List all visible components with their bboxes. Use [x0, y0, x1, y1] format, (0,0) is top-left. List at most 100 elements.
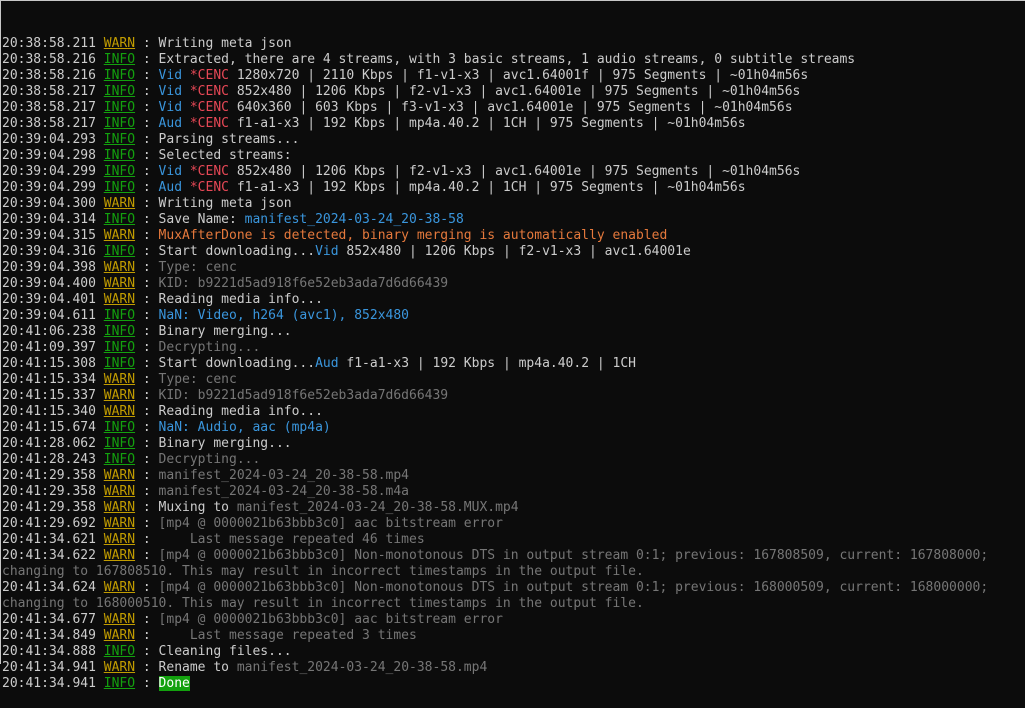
- log-message: Binary merging...: [158, 436, 292, 451]
- log-message: manifest_2024-03-24_20-38-58.m4a: [158, 484, 409, 499]
- log-timestamp: 20:39:04.293: [2, 132, 96, 147]
- log-timestamp: 20:41:15.334: [2, 372, 96, 387]
- log-line: 20:41:34.888 INFO : Cleaning files...: [2, 644, 292, 659]
- log-message: Writing meta json: [158, 196, 292, 211]
- log-line: 20:39:04.400 WARN : KID: b9221d5ad918f6e…: [2, 276, 449, 291]
- log-level: WARN: [103, 532, 136, 547]
- log-message: *CENC: [189, 164, 229, 179]
- log-line: 20:39:04.316 INFO : Start downloading...…: [2, 244, 691, 259]
- log-message: *CENC: [189, 100, 229, 115]
- log-timestamp: 20:41:15.674: [2, 420, 96, 435]
- log-timestamp: 20:41:06.238: [2, 324, 96, 339]
- log-line: 20:41:34.849 WARN : Last message repeate…: [2, 628, 417, 643]
- log-level: INFO: [103, 452, 136, 467]
- log-message: KID: b9221d5ad918f6e52eb3ada7d6d66439: [158, 276, 449, 291]
- log-line: 20:39:04.298 INFO : Selected streams:: [2, 148, 292, 163]
- log-timestamp: 20:39:04.315: [2, 228, 96, 243]
- log-level: INFO: [103, 676, 136, 691]
- log-message: Vid: [158, 84, 190, 99]
- log-message: Vid: [158, 164, 190, 179]
- log-timestamp: 20:39:04.299: [2, 180, 96, 195]
- log-message: [mp4 @ 0000021b63bbb3c0] Non-monotonous …: [158, 548, 989, 563]
- log-level: INFO: [103, 436, 136, 451]
- log-message: f1-a1-x3 | 192 Kbps | mp4a.40.2 | 1CH | …: [229, 180, 746, 195]
- log-message: Type: cenc: [158, 260, 237, 275]
- log-message: 1280x720 | 2110 Kbps | f1-v1-x3 | avc1.6…: [229, 68, 809, 83]
- log-line: 20:41:06.238 INFO : Binary merging...: [2, 324, 292, 339]
- log-message: *CENC: [189, 84, 229, 99]
- log-message: Aud: [158, 116, 190, 131]
- log-level: INFO: [103, 84, 136, 99]
- log-message: Vid: [158, 68, 190, 83]
- log-level: WARN: [103, 468, 136, 483]
- log-level: WARN: [103, 388, 136, 403]
- log-line: 20:41:34.622 WARN : [mp4 @ 0000021b63bbb…: [2, 548, 989, 563]
- log-message: [mp4 @ 0000021b63bbb3c0] aac bitstream e…: [158, 612, 503, 627]
- log-level: WARN: [103, 260, 136, 275]
- log-level: WARN: [103, 404, 136, 419]
- log-message: Aud: [158, 180, 190, 195]
- log-line: 20:41:34.941 WARN : Rename to manifest_2…: [2, 660, 488, 675]
- log-message: manifest_2024-03-24_20-38-58: [244, 212, 464, 227]
- log-timestamp: 20:39:04.298: [2, 148, 96, 163]
- log-line: 20:41:34.624 WARN : [mp4 @ 0000021b63bbb…: [2, 580, 989, 595]
- log-line: 20:39:04.398 WARN : Type: cenc: [2, 260, 237, 275]
- log-message: KID: b9221d5ad918f6e52eb3ada7d6d66439: [158, 388, 449, 403]
- log-line: changing to 167808510. This may result i…: [2, 564, 1025, 580]
- log-line: 20:38:58.211 WARN : Writing meta json: [2, 36, 292, 51]
- log-timestamp: 20:41:28.243: [2, 452, 96, 467]
- log-message: 640x360 | 603 Kbps | f3-v1-x3 | avc1.640…: [229, 100, 793, 115]
- log-message: f1-a1-x3 | 192 Kbps | mp4a.40.2 | 1CH | …: [229, 116, 746, 131]
- log-level: INFO: [103, 100, 136, 115]
- log-message: manifest_2024-03-24_20-38-58.mp4: [236, 660, 488, 675]
- log-timestamp: 20:39:04.299: [2, 164, 96, 179]
- log-message: Rename to: [158, 660, 237, 675]
- log-timestamp: 20:38:58.217: [2, 84, 96, 99]
- log-line: 20:38:58.216 INFO : Extracted, there are…: [2, 52, 856, 67]
- log-line: 20:39:04.293 INFO : Parsing streams...: [2, 132, 300, 147]
- log-message: Parsing streams...: [158, 132, 300, 147]
- log-timestamp: 20:39:04.401: [2, 292, 96, 307]
- log-level: INFO: [103, 644, 136, 659]
- log-timestamp: 20:39:04.316: [2, 244, 96, 259]
- log-line: 20:41:29.358 WARN : manifest_2024-03-24_…: [2, 484, 409, 499]
- log-level: WARN: [103, 372, 136, 387]
- log-message: Start downloading...: [158, 244, 316, 259]
- log-message: manifest_2024-03-24_20-38-58.mp4: [158, 468, 409, 483]
- log-timestamp: 20:38:58.216: [2, 52, 96, 67]
- log-message: *CENC: [189, 116, 229, 131]
- log-message: [mp4 @ 0000021b63bbb3c0] aac bitstream e…: [158, 516, 503, 531]
- log-timestamp: 20:41:34.888: [2, 644, 96, 659]
- log-level: INFO: [103, 420, 136, 435]
- log-line: 20:38:58.216 INFO : Vid *CENC 1280x720 |…: [2, 68, 809, 83]
- terminal-window[interactable]: 20:38:58.211 WARN : Writing meta json 20:…: [0, 0, 1025, 691]
- log-timestamp: 20:39:04.314: [2, 212, 96, 227]
- log-timestamp: 20:41:15.308: [2, 356, 96, 371]
- log-message: *CENC: [189, 180, 229, 195]
- log-line: 20:38:58.217 INFO : Vid *CENC 852x480 | …: [2, 84, 801, 99]
- log-line: 20:41:15.334 WARN : Type: cenc: [2, 372, 237, 387]
- log-line: 20:41:34.621 WARN : Last message repeate…: [2, 532, 425, 547]
- log-timestamp: 20:41:34.622: [2, 548, 96, 563]
- log-line: 20:39:04.299 INFO : Aud *CENC f1-a1-x3 |…: [2, 180, 746, 195]
- log-line: 20:41:15.340 WARN : Reading media info..…: [2, 404, 323, 419]
- log-message: Decrypting...: [158, 340, 261, 355]
- log-message: Save Name:: [158, 212, 245, 227]
- log-message: Cleaning files...: [158, 644, 292, 659]
- log-level: WARN: [103, 196, 136, 211]
- log-level: INFO: [103, 52, 136, 67]
- log-message: Vid: [315, 244, 339, 259]
- log-line: 20:41:15.674 INFO : NaN: Audio, aac (mp4…: [2, 420, 331, 435]
- log-timestamp: 20:41:29.358: [2, 484, 96, 499]
- log-level: INFO: [103, 164, 136, 179]
- log-timestamp: 20:38:58.216: [2, 68, 96, 83]
- log-line: 20:41:28.243 INFO : Decrypting...: [2, 452, 261, 467]
- log-message: Aud: [315, 356, 339, 371]
- log-continuation: changing to 167808510. This may result i…: [2, 564, 644, 579]
- log-timestamp: 20:38:58.217: [2, 116, 96, 131]
- log-message: Reading media info...: [158, 404, 323, 419]
- log-level: WARN: [103, 500, 136, 515]
- log-continuation: changing to 168000510. This may result i…: [2, 596, 644, 611]
- log-timestamp: 20:41:34.941: [2, 660, 96, 675]
- log-timestamp: 20:41:34.849: [2, 628, 96, 643]
